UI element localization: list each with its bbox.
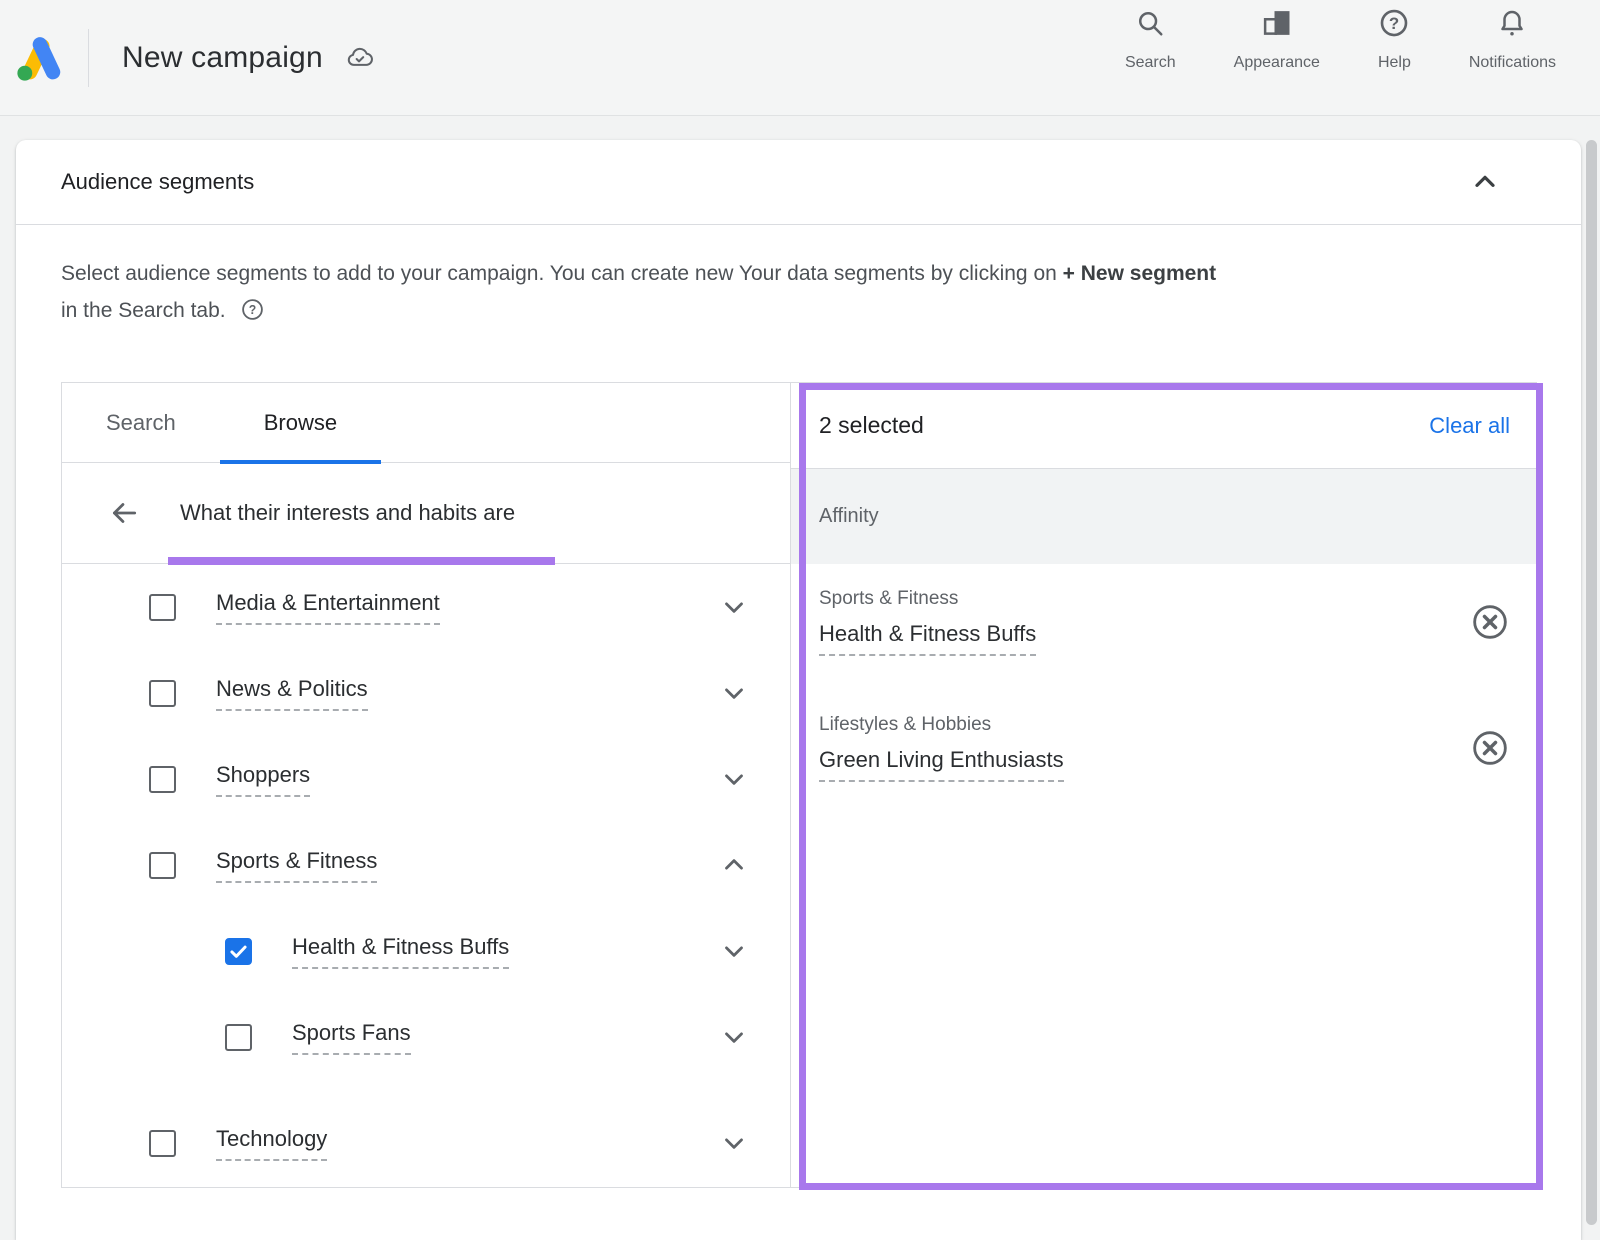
back-arrow-icon (108, 497, 140, 529)
selected-segment-text: Sports & Fitness Health & Fitness Buffs (819, 588, 1036, 656)
tree-item: Sports & Fitness (62, 822, 790, 908)
checkbox-unchecked[interactable] (149, 852, 176, 879)
chevron-down-icon[interactable] (719, 678, 749, 708)
chevron-down-icon[interactable] (719, 1128, 749, 1158)
tree-item-label[interactable]: Technology (216, 1126, 327, 1161)
chevron-down-icon[interactable] (719, 764, 749, 794)
cloud-check-icon (345, 43, 375, 73)
selected-segments-panel: 2 selected Clear all Affinity Sports & F… (791, 383, 1536, 1187)
tree-item-label[interactable]: Health & Fitness Buffs (292, 934, 509, 969)
tree-item: Media & Entertainment (62, 564, 790, 650)
tree-item-child: Sports Fans (62, 994, 790, 1080)
selection-group-label: Affinity (819, 505, 879, 528)
topbar-actions: Search Appearance ? Help (1125, 8, 1556, 72)
topbar-action-label: Help (1378, 54, 1411, 72)
selection-count: 2 selected (819, 412, 924, 439)
description-line-2: in the Search tab. ? (61, 292, 1521, 329)
segment-category-label: Sports & Fitness (819, 588, 1036, 610)
clear-all-link[interactable]: Clear all (1429, 413, 1510, 439)
remove-circle-icon (1470, 728, 1510, 768)
collapse-section-button[interactable] (1465, 162, 1505, 202)
tree-item-label[interactable]: News & Politics (216, 676, 368, 711)
topbar-action-appearance[interactable]: Appearance (1234, 8, 1320, 72)
card-title: Audience segments (61, 169, 254, 195)
google-ads-logo-icon[interactable] (12, 30, 68, 86)
remove-circle-icon (1470, 602, 1510, 642)
back-button[interactable] (106, 495, 142, 531)
topbar-action-label: Appearance (1234, 54, 1320, 72)
picker-tabs: Search Browse (62, 383, 790, 463)
description-text: in the Search tab. (61, 299, 226, 322)
tree-item: Technology (62, 1100, 790, 1186)
checkbox-checked[interactable] (225, 938, 252, 965)
topbar-divider (88, 29, 89, 87)
checkbox-unchecked[interactable] (149, 1130, 176, 1157)
tree-item-label[interactable]: Sports Fans (292, 1020, 411, 1055)
topbar-action-notifications[interactable]: Notifications (1469, 8, 1556, 72)
browse-panel: Search Browse What their interests and h… (62, 383, 791, 1187)
audience-segments-card: Audience segments Select audience segmen… (16, 140, 1581, 1240)
card-header: Audience segments (16, 140, 1581, 225)
selected-segment: Lifestyles & Hobbies Green Living Enthus… (819, 714, 1510, 782)
topbar-action-label: Search (1125, 54, 1176, 72)
tree-item-child: Health & Fitness Buffs (62, 908, 790, 994)
segment-name-label[interactable]: Health & Fitness Buffs (819, 621, 1036, 656)
remove-segment-button[interactable] (1470, 602, 1510, 642)
scrollbar[interactable] (1586, 140, 1597, 1225)
description-bold-text: + New segment (1063, 262, 1216, 285)
breadcrumb-label: What their interests and habits are (180, 500, 515, 526)
segment-tree: Media & Entertainment News & Politics Sh… (62, 564, 790, 1187)
tab-label: Search (106, 410, 176, 436)
appearance-icon (1261, 8, 1293, 38)
description-text: Select audience segments to add to your … (61, 262, 1057, 285)
checkbox-unchecked[interactable] (225, 1024, 252, 1051)
topbar-action-help[interactable]: ? Help (1378, 8, 1411, 72)
description-line-1: Select audience segments to add to your … (61, 255, 1521, 292)
tree-item: News & Politics (62, 650, 790, 736)
tree-item-label[interactable]: Media & Entertainment (216, 590, 440, 625)
chevron-down-icon[interactable] (719, 592, 749, 622)
tab-label: Browse (264, 410, 337, 436)
tab-search[interactable]: Search (62, 383, 220, 462)
selection-group-header: Affinity (791, 469, 1536, 564)
topbar-action-search[interactable]: Search (1125, 8, 1176, 72)
breadcrumb: What their interests and habits are (62, 463, 790, 564)
chevron-up-icon (1469, 166, 1501, 198)
selected-segment-text: Lifestyles & Hobbies Green Living Enthus… (819, 714, 1064, 782)
page-title: New campaign (122, 41, 323, 75)
card-description: Select audience segments to add to your … (61, 255, 1521, 329)
checkbox-unchecked[interactable] (149, 766, 176, 793)
notifications-bell-icon (1497, 8, 1527, 38)
tree-item: Shoppers (62, 736, 790, 822)
chevron-up-icon[interactable] (719, 850, 749, 880)
segment-category-label: Lifestyles & Hobbies (819, 714, 1064, 736)
remove-segment-button[interactable] (1470, 728, 1510, 768)
svg-text:?: ? (1389, 14, 1399, 33)
search-icon (1135, 8, 1165, 38)
topbar-action-label: Notifications (1469, 54, 1556, 72)
audience-picker: Search Browse What their interests and h… (61, 382, 1537, 1188)
help-circle-icon[interactable]: ? (241, 298, 264, 321)
selection-header: 2 selected Clear all (791, 383, 1536, 469)
selected-segment: Sports & Fitness Health & Fitness Buffs (819, 588, 1510, 656)
segment-name-label[interactable]: Green Living Enthusiasts (819, 747, 1064, 782)
checkbox-unchecked[interactable] (149, 594, 176, 621)
selected-segments-list: Sports & Fitness Health & Fitness Buffs (791, 564, 1536, 782)
top-app-bar: New campaign Search Appearance (0, 0, 1600, 116)
svg-text:?: ? (249, 303, 257, 317)
checkbox-unchecked[interactable] (149, 680, 176, 707)
chevron-down-icon[interactable] (719, 1022, 749, 1052)
help-icon: ? (1379, 8, 1409, 38)
tree-item-label[interactable]: Shoppers (216, 762, 310, 797)
tree-item-label[interactable]: Sports & Fitness (216, 848, 377, 883)
chevron-down-icon[interactable] (719, 936, 749, 966)
tab-browse[interactable]: Browse (220, 383, 381, 462)
